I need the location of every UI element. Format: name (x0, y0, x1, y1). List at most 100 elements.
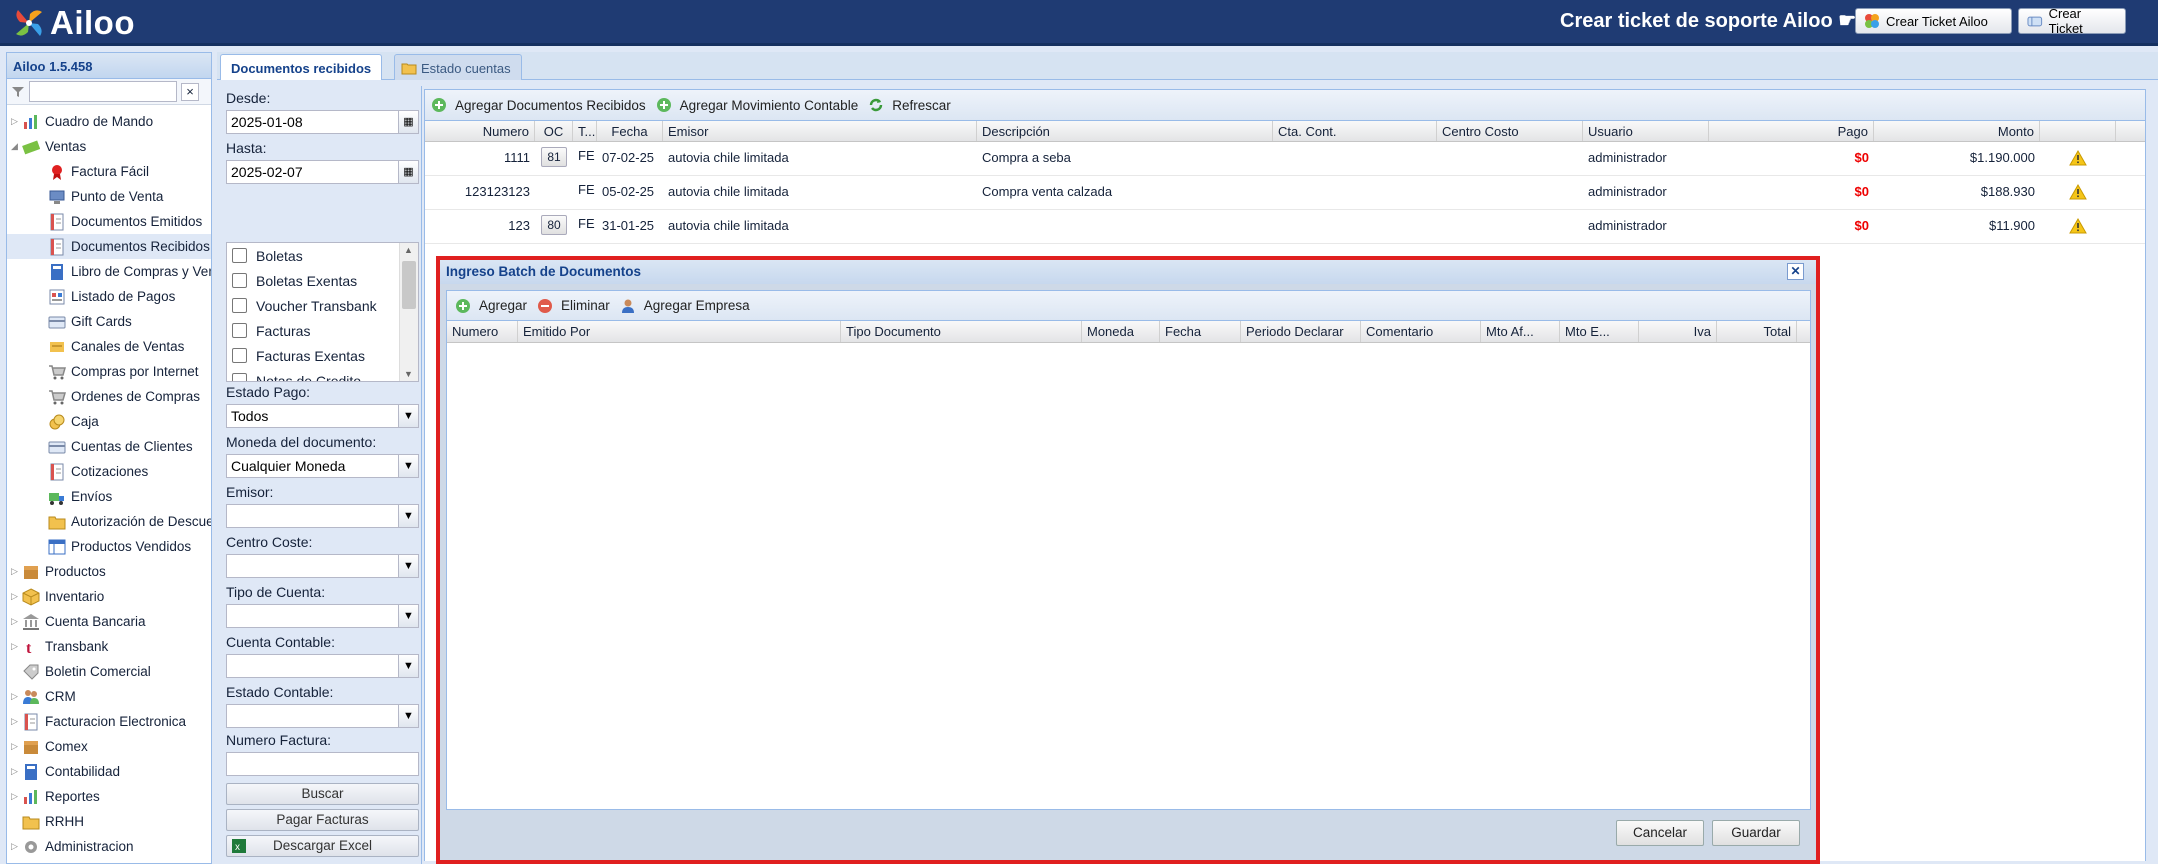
dialog-column-header[interactable]: Mto Af... (1481, 321, 1560, 342)
checkbox-box[interactable] (232, 323, 247, 338)
numero-factura-input[interactable] (226, 752, 419, 776)
sidebar-item-caja[interactable]: Caja (7, 409, 211, 434)
sidebar-item-boletin-comercial[interactable]: Boletin Comercial (7, 659, 211, 684)
scroll-up-icon[interactable]: ▲ (404, 245, 413, 255)
column-header[interactable]: Usuario (1583, 121, 1709, 141)
ailoo-logo[interactable]: Ailoo (12, 4, 135, 42)
dialog-column-header[interactable]: Emitido Por (518, 321, 841, 342)
calendar-icon[interactable]: ▦ (398, 111, 418, 133)
column-header[interactable]: OC (535, 121, 573, 141)
crear-ticket-button[interactable]: Crear Ticket (2018, 6, 2126, 36)
table-row[interactable]: 123 80 FE 31-01-25 autovia chile limitada adm… (425, 210, 2145, 244)
doc-type-checkbox[interactable]: Notas de Credito (227, 368, 418, 381)
sidebar-item-listado-de-pagos[interactable]: Listado de Pagos (7, 284, 211, 309)
sidebar-item-env-os[interactable]: Envíos (7, 484, 211, 509)
warning-icon[interactable] (2069, 149, 2087, 166)
column-header[interactable]: Descripción (977, 121, 1273, 141)
sidebar-item-canales-de-ventas[interactable]: Canales de Ventas (7, 334, 211, 359)
scroll-down-icon[interactable]: ▼ (404, 369, 413, 379)
column-header[interactable]: Centro Costo (1437, 121, 1583, 141)
calendar-icon[interactable]: ▦ (398, 161, 418, 183)
eliminar-button[interactable]: Eliminar (537, 298, 610, 314)
oc-button[interactable]: 80 (541, 215, 567, 235)
tab-documentos-recibidos[interactable]: Documentos recibidos (220, 54, 383, 80)
table-row[interactable]: 1111 81 FE 07-02-25 autovia chile limitada Co… (425, 142, 2145, 176)
doc-type-checkbox[interactable]: Voucher Transbank (227, 293, 418, 318)
dialog-column-header[interactable]: Periodo Declarar (1241, 321, 1361, 342)
sidebar-filter-input[interactable] (29, 81, 177, 102)
sidebar-item-transbank[interactable]: ▷ t Transbank (7, 634, 211, 659)
tab-estado-cuentas[interactable]: Estado cuentas (394, 54, 522, 80)
sidebar-item-punto-de-venta[interactable]: Punto de Venta (7, 184, 211, 209)
crear-ticket-ailoo-button[interactable]: Crear Ticket Ailoo (1855, 8, 2012, 34)
expand-arrow-icon[interactable]: ▷ (11, 641, 22, 652)
agregar-empresa-button[interactable]: Agregar Empresa (620, 298, 750, 314)
sidebar-item-ventas[interactable]: ◢ Ventas (7, 134, 211, 159)
checklist-scrollbar[interactable]: ▲ ▼ (399, 243, 418, 381)
checkbox-box[interactable] (232, 273, 247, 288)
warning-icon[interactable] (2069, 217, 2087, 234)
column-header[interactable]: Cta. Cont. (1273, 121, 1437, 141)
dialog-column-header[interactable]: Fecha (1160, 321, 1241, 342)
guardar-button[interactable]: Guardar (1712, 820, 1800, 846)
refrescar-button[interactable]: Refrescar (868, 97, 951, 113)
dialog-column-header[interactable]: Mto E... (1560, 321, 1639, 342)
column-header[interactable]: Numero (425, 121, 535, 141)
cuenta-contable-select[interactable]: ▼ (226, 654, 419, 678)
chevron-down-icon[interactable]: ▼ (398, 705, 418, 727)
sidebar-item-documentos-recibidos[interactable]: Documentos Recibidos (7, 234, 211, 259)
agregar-movimiento-button[interactable]: Agregar Movimiento Contable (656, 97, 858, 113)
dialog-column-header[interactable]: Iva (1639, 321, 1717, 342)
expand-arrow-icon[interactable]: ◢ (11, 141, 22, 152)
doc-type-checkbox[interactable]: Facturas (227, 318, 418, 343)
estado-contable-select[interactable]: ▼ (226, 704, 419, 728)
sidebar-item-administracion[interactable]: ▷ Administracion (7, 834, 211, 859)
estado-pago-select[interactable]: Todos ▼ (226, 404, 419, 428)
dialog-column-header[interactable]: Total (1717, 321, 1797, 342)
table-row[interactable]: 123123123 FE 05-02-25 autovia chile limitad… (425, 176, 2145, 210)
sidebar-item-cuentas-de-clientes[interactable]: Cuentas de Clientes (7, 434, 211, 459)
sidebar-item-cuenta-bancaria[interactable]: ▷ Cuenta Bancaria (7, 609, 211, 634)
expand-arrow-icon[interactable]: ▷ (11, 791, 22, 802)
chevron-down-icon[interactable]: ▼ (398, 405, 418, 427)
dialog-column-header[interactable]: Tipo Documento (841, 321, 1082, 342)
chevron-down-icon[interactable]: ▼ (398, 655, 418, 677)
sidebar-item-cuadro-de-mando[interactable]: ▷ Cuadro de Mando (7, 109, 211, 134)
sidebar-item-comex[interactable]: ▷ Comex (7, 734, 211, 759)
sidebar-item-rrhh[interactable]: RRHH (7, 809, 211, 834)
expand-arrow-icon[interactable]: ▷ (11, 566, 22, 577)
sidebar-item-gift-cards[interactable]: Gift Cards (7, 309, 211, 334)
column-header[interactable]: Fecha (597, 121, 663, 141)
checkbox-box[interactable] (232, 248, 247, 263)
column-header[interactable]: Monto (1874, 121, 2040, 141)
descargar-excel-button[interactable]: x Descargar Excel (226, 835, 419, 857)
doc-type-checkbox[interactable]: Facturas Exentas (227, 343, 418, 368)
chevron-down-icon[interactable]: ▼ (398, 605, 418, 627)
expand-arrow-icon[interactable]: ▷ (11, 766, 22, 777)
desde-date-field[interactable]: 2025-01-08 ▦ (226, 110, 419, 134)
doc-type-checkbox[interactable]: Boletas (227, 243, 418, 268)
buscar-button[interactable]: Buscar (226, 783, 419, 805)
dialog-column-header[interactable]: Numero (447, 321, 518, 342)
expand-arrow-icon[interactable]: ▷ (11, 116, 22, 127)
clear-filter-button[interactable]: × (181, 82, 199, 101)
tipo-cuenta-select[interactable]: ▼ (226, 604, 419, 628)
dialog-column-header[interactable]: Comentario (1361, 321, 1481, 342)
sidebar-item-compras-por-internet[interactable]: Compras por Internet (7, 359, 211, 384)
sidebar-item-libro-de-compras-y-ventas[interactable]: Libro de Compras y Ventas (7, 259, 211, 284)
chevron-down-icon[interactable]: ▼ (398, 505, 418, 527)
sidebar-item-contabilidad[interactable]: ▷ Contabilidad (7, 759, 211, 784)
scroll-thumb[interactable] (402, 261, 416, 309)
column-header[interactable]: Emisor (663, 121, 977, 141)
warning-icon[interactable] (2069, 183, 2087, 200)
centro-coste-select[interactable]: ▼ (226, 554, 419, 578)
doc-type-checkbox[interactable]: Boletas Exentas (227, 268, 418, 293)
chevron-down-icon[interactable]: ▼ (398, 555, 418, 577)
sidebar-item-inventario[interactable]: ▷ Inventario (7, 584, 211, 609)
chevron-down-icon[interactable]: ▼ (398, 455, 418, 477)
emisor-select[interactable]: ▼ (226, 504, 419, 528)
checkbox-box[interactable] (232, 348, 247, 363)
checkbox-box[interactable] (232, 373, 247, 381)
moneda-select[interactable]: Cualquier Moneda ▼ (226, 454, 419, 478)
sidebar-item-ordenes-de-compras[interactable]: Ordenes de Compras (7, 384, 211, 409)
